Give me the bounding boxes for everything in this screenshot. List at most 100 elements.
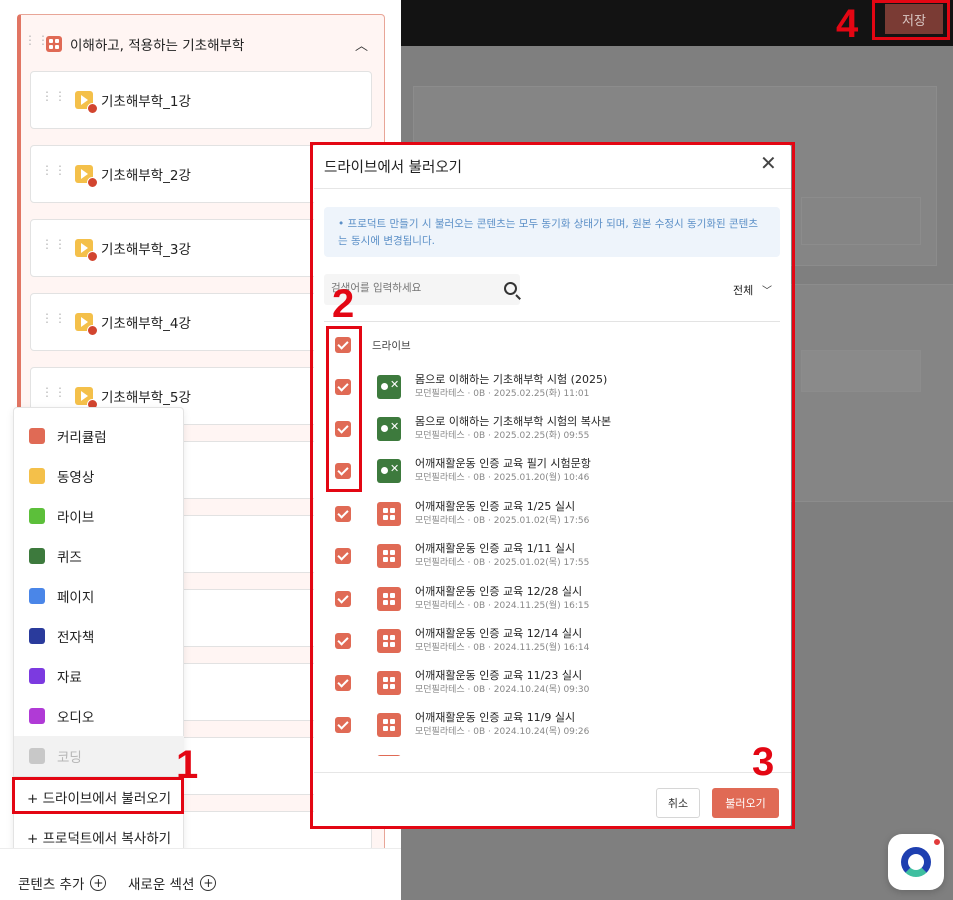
lesson-item[interactable]: ⋮⋮ 기초해부학_1강 xyxy=(30,71,372,129)
sync-notice: • 프로덕트 만들기 시 불러오는 콘텐츠는 모두 동기화 상태가 되며, 원본… xyxy=(324,207,780,257)
background-field xyxy=(801,350,921,392)
video-icon xyxy=(75,239,98,262)
select-all-checkbox[interactable] xyxy=(335,337,351,353)
section-header[interactable]: ⋮⋮ 이해하고, 적용하는 기초해부학 ︿ xyxy=(24,30,374,58)
file-title: 어깨재활운동 인증 교육 1/11 실시 xyxy=(415,542,576,555)
divider xyxy=(314,772,791,773)
lesson-label: 기초해부학_5강 xyxy=(101,390,191,406)
list-header-label: 드라이브 xyxy=(372,339,411,352)
filter-select[interactable]: 전체 xyxy=(733,282,753,298)
annotation-number-3: 3 xyxy=(752,740,775,784)
chevron-down-icon[interactable]: ﹀ xyxy=(762,282,772,297)
sync-icon xyxy=(87,177,98,188)
import-drive-modal: 드라이브에서 불러오기 ✕ • 프로덕트 만들기 시 불러오는 콘텐츠는 모두 … xyxy=(314,145,791,826)
close-icon[interactable]: ✕ xyxy=(760,153,777,173)
item-checkbox[interactable] xyxy=(335,675,351,691)
item-checkbox[interactable] xyxy=(335,463,351,479)
quiz-icon xyxy=(377,459,401,483)
video-icon xyxy=(75,165,98,188)
list-item[interactable]: 어깨재활운동 인증 교육 12/28 실시 모던필라테스 · 0B · 2024.… xyxy=(324,578,780,620)
list-item[interactable]: 몸으로 이해하는 기초해부학 시험 (2025) 모던필라테스 · 0B · 20… xyxy=(324,366,780,408)
new-section-label: 새로운 섹션 xyxy=(128,877,195,893)
menu-item-label: 전자책 xyxy=(57,630,95,646)
file-meta: 모던필라테스 · 0B · 2025.01.02(목) 17:55 xyxy=(415,558,590,568)
curriculum-icon xyxy=(377,587,401,611)
list-item[interactable]: 어깨재활운동 인증 교육 11/23 실시 모던필라테스 · 0B · 2024.… xyxy=(324,662,780,704)
curriculum-icon xyxy=(377,713,401,737)
list-item[interactable]: 어깨재활운동 인증 교육 1/11 실시모던필라테스 · 0B · 2025.0… xyxy=(324,535,780,577)
item-checkbox[interactable] xyxy=(335,633,351,649)
menu-item-file[interactable]: 자료 xyxy=(14,656,184,696)
item-checkbox[interactable] xyxy=(335,548,351,564)
list-item[interactable] xyxy=(324,746,780,756)
menu-item-label: 페이지 xyxy=(57,590,95,606)
new-section-button[interactable]: 새로운 섹션 + xyxy=(128,873,217,893)
curriculum-icon xyxy=(377,502,401,526)
list-item[interactable]: 어깨재활운동 인증 교육 필기 시험문항모던필라테스 · 0B · 2025.0… xyxy=(324,450,780,492)
modal-title: 드라이브에서 불러오기 xyxy=(324,160,463,176)
item-checkbox[interactable] xyxy=(335,379,351,395)
sync-icon xyxy=(87,325,98,336)
item-checkbox[interactable] xyxy=(335,717,351,733)
file-title: 어깨재활운동 인증 교육 12/14 실시 xyxy=(415,627,583,640)
item-checkbox[interactable] xyxy=(335,506,351,522)
chevron-up-icon[interactable]: ︿ xyxy=(355,35,368,54)
menu-item-live[interactable]: 라이브 xyxy=(14,496,184,536)
file-meta: 모던필라테스 · 0B · 2025.01.20(월) 10:46 xyxy=(415,473,590,483)
video-icon xyxy=(75,91,98,114)
drag-handle-icon[interactable]: ⋮⋮ xyxy=(41,386,66,403)
menu-item-curriculum[interactable]: 커리큘럼 xyxy=(14,416,184,456)
menu-item-ebook[interactable]: 전자책 xyxy=(14,616,184,656)
file-list: 몸으로 이해하는 기초해부학 시험 (2025) 모던필라테스 · 0B · 20… xyxy=(324,366,780,756)
menu-item-label: 오디오 xyxy=(57,710,95,726)
add-content-button[interactable]: 콘텐츠 추가 + xyxy=(18,873,107,893)
notification-dot xyxy=(932,837,942,847)
plus-circle-icon: + xyxy=(200,875,217,891)
cancel-button[interactable]: 취소 xyxy=(656,788,700,818)
load-button[interactable]: 불러오기 xyxy=(712,788,779,818)
curriculum-icon xyxy=(29,428,45,444)
annotation-number-1: 1 xyxy=(176,743,199,787)
list-item[interactable]: 어깨재활운동 인증 교육 12/14 실시모던필라테스 · 0B · 2024.… xyxy=(324,620,780,662)
list-item[interactable]: 몸으로 이해하는 기초해부학 시험의 복사본모던필라테스 · 0B · 2025… xyxy=(324,408,780,450)
item-checkbox[interactable] xyxy=(335,591,351,607)
annotation-number-4: 4 xyxy=(836,2,859,46)
item-checkbox[interactable] xyxy=(335,421,351,437)
curriculum-icon xyxy=(377,671,401,695)
lesson-label: 기초해부학_4강 xyxy=(101,316,191,332)
lesson-label: 기초해부학_3강 xyxy=(101,242,191,258)
file-meta: 모던필라테스 · 0B · 2025.02.25(화) 09:55 xyxy=(415,431,590,441)
menu-item-label: 자료 xyxy=(57,670,82,686)
menu-item-quiz[interactable]: 퀴즈 xyxy=(14,536,184,576)
save-button[interactable]: 저장 xyxy=(885,4,943,34)
coding-icon xyxy=(29,748,45,764)
menu-item-video[interactable]: 동영상 xyxy=(14,456,184,496)
file-meta: 모던필라테스 · 0B · 2024.11.25(월) 16:14 xyxy=(415,643,590,653)
file-icon xyxy=(29,668,45,684)
search-icon[interactable] xyxy=(504,282,517,295)
help-widget-button[interactable] xyxy=(888,834,944,890)
quiz-icon xyxy=(377,417,401,441)
live-icon xyxy=(29,508,45,524)
menu-item-audio[interactable]: 오디오 xyxy=(14,696,184,736)
divider xyxy=(324,321,780,322)
list-item[interactable]: 어깨재활운동 인증 교육 1/25 실시 모던필라테스 · 0B · 2025.0… xyxy=(324,493,780,535)
background-input xyxy=(801,197,921,245)
ebook-icon xyxy=(29,628,45,644)
drag-handle-icon[interactable]: ⋮⋮ xyxy=(41,238,66,255)
menu-item-page[interactable]: 페이지 xyxy=(14,576,184,616)
drag-handle-icon[interactable]: ⋮⋮ xyxy=(41,90,66,107)
file-meta: 모던필라테스 · 0B · 2025.02.25(화) 11:01 xyxy=(415,389,590,399)
add-content-menu: 커리큘럼 동영상 라이브 퀴즈 페이지 전자책 자료 오디오 코딩 + 드라이브… xyxy=(13,407,184,864)
drag-handle-icon[interactable]: ⋮⋮ xyxy=(41,164,66,181)
drag-handle-icon[interactable]: ⋮⋮ xyxy=(41,312,66,329)
menu-item-label: 퀴즈 xyxy=(57,550,82,566)
list-item[interactable]: 어깨재활운동 인증 교육 11/9 실시 모던필라테스 · 0B · 2024.1… xyxy=(324,704,780,746)
drag-handle-icon[interactable]: ⋮⋮ xyxy=(24,34,49,51)
brand-logo-icon xyxy=(901,847,931,877)
import-from-drive-button[interactable]: + 드라이브에서 불러오기 xyxy=(14,777,184,817)
top-bar xyxy=(401,0,953,46)
quiz-icon xyxy=(377,375,401,399)
lesson-label: 기초해부학_2강 xyxy=(101,168,191,184)
menu-item-label: 커리큘럼 xyxy=(57,430,107,446)
